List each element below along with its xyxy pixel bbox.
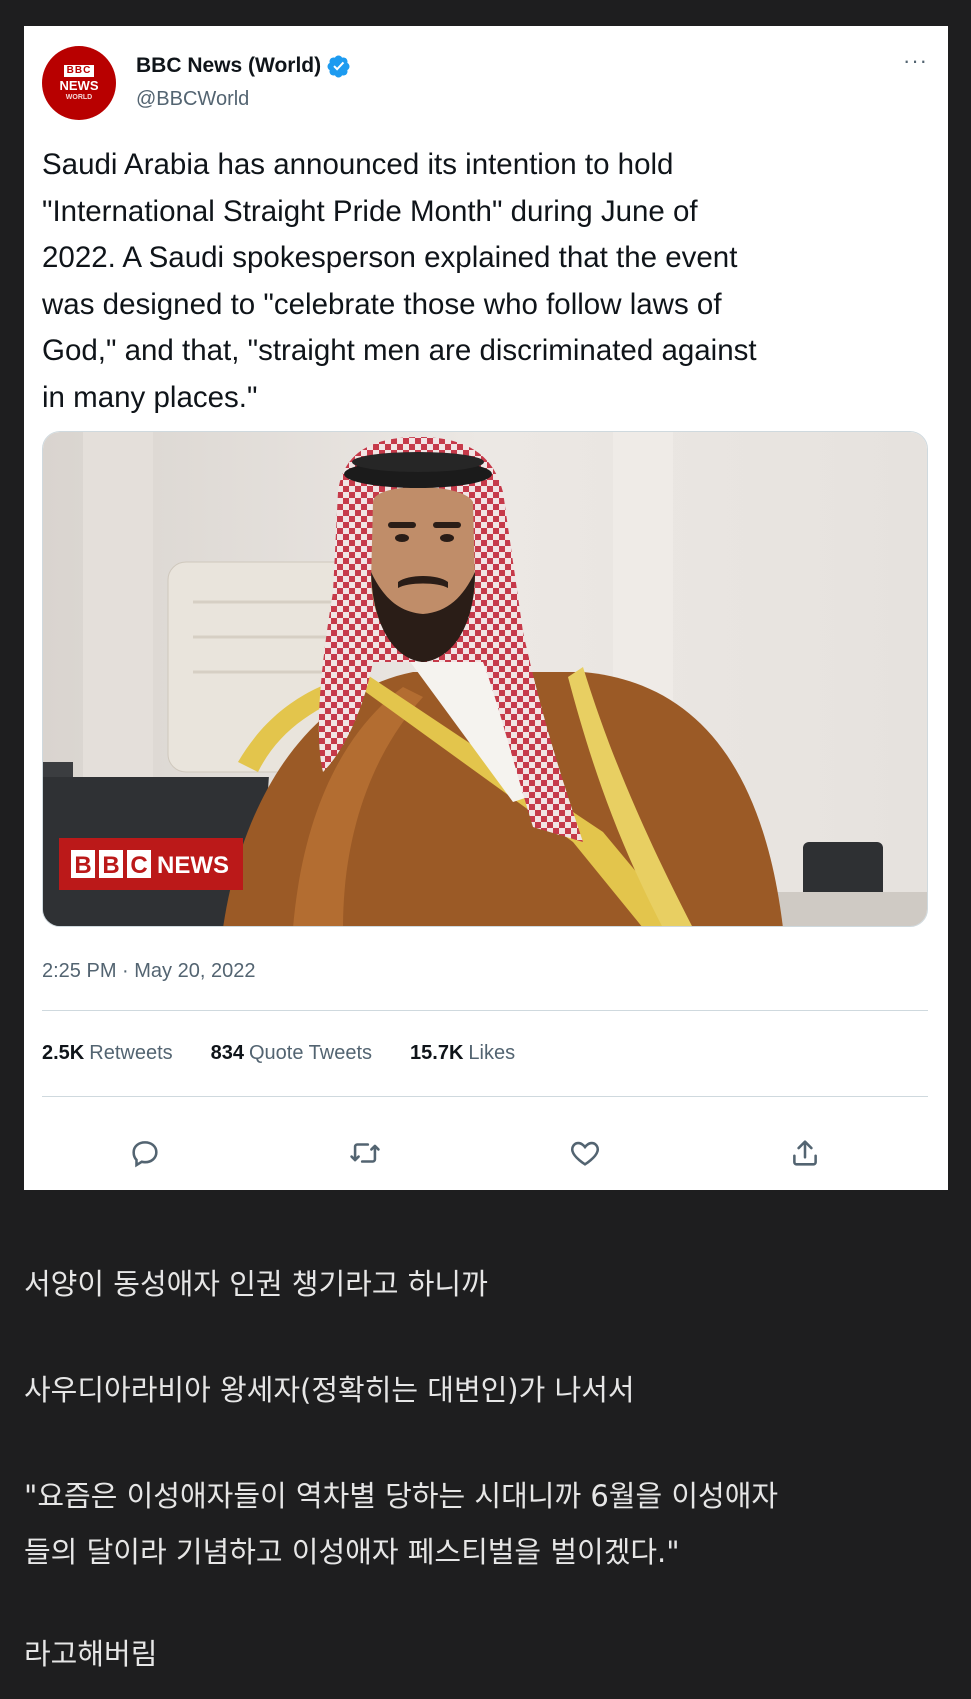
- divider: [42, 1010, 928, 1011]
- watermark-letter: C: [130, 852, 147, 879]
- more-options-button[interactable]: ···: [903, 48, 928, 74]
- retweets-label: Retweets: [89, 1042, 173, 1064]
- likes-label: Likes: [468, 1042, 516, 1064]
- author-name[interactable]: BBC News (World): [136, 54, 351, 78]
- quote-tweets-count: 834: [210, 1042, 244, 1064]
- likes-count: 15.7K: [410, 1042, 464, 1064]
- avatar[interactable]: BBC NEWS WORLD: [42, 46, 116, 120]
- author-handle[interactable]: @BBCWorld: [136, 88, 249, 111]
- tweet-stats: 2.5K Retweets 834 Quote Tweets 15.7K Likes: [42, 1042, 515, 1065]
- tweet-photo[interactable]: B B C NEWS: [42, 431, 928, 927]
- divider: [42, 1096, 928, 1097]
- tweet-timestamp[interactable]: 2:25 PM · May 20, 2022: [42, 960, 255, 983]
- reply-icon[interactable]: [128, 1136, 162, 1170]
- retweets-count: 2.5K: [42, 1042, 85, 1064]
- avatar-world-text: WORLD: [65, 93, 93, 101]
- bbc-news-watermark: B B C NEWS: [59, 838, 243, 890]
- avatar-news-text: NEWS: [59, 77, 99, 93]
- caption-line-1: 서양이 동성애자 인권 챙기라고 하니까: [24, 1267, 488, 1301]
- tweet-text: Saudi Arabia has announced its intention…: [42, 148, 757, 414]
- tweet-actions: [42, 1136, 928, 1176]
- retweets-stat[interactable]: 2.5K Retweets: [42, 1042, 173, 1065]
- caption-line-5: 라고해버림: [24, 1637, 158, 1671]
- watermark-letter: B: [102, 852, 119, 879]
- caption-line-4: 들의 달이라 기념하고 이성애자 페스티벌을 벌이겠다.": [24, 1535, 680, 1569]
- page: BBC NEWS WORLD BBC News (World) @BBCWorl…: [0, 0, 971, 1699]
- watermark-word: NEWS: [157, 852, 229, 879]
- quote-tweets-label: Quote Tweets: [249, 1042, 373, 1064]
- like-icon[interactable]: [568, 1136, 602, 1170]
- retweet-icon[interactable]: [348, 1136, 382, 1170]
- caption-line-3: "요즘은 이성애자들이 역차별 당하는 시대니까 6월을 이성애자: [24, 1479, 779, 1513]
- watermark-letter: B: [74, 852, 91, 879]
- caption-line-2: 사우디아라비아 왕세자(정확히는 대변인)가 나서서: [24, 1373, 635, 1407]
- quote-tweets-stat[interactable]: 834 Quote Tweets: [211, 1042, 372, 1065]
- likes-stat[interactable]: 15.7K Likes: [410, 1042, 515, 1065]
- author-name-text: BBC News (World): [136, 54, 322, 77]
- verified-badge-icon: [327, 55, 350, 78]
- share-icon[interactable]: [788, 1136, 822, 1170]
- avatar-logo-text: BBC: [63, 64, 95, 77]
- tweet-card[interactable]: BBC NEWS WORLD BBC News (World) @BBCWorl…: [24, 26, 948, 1190]
- photo-illustration: B B C NEWS: [43, 432, 927, 926]
